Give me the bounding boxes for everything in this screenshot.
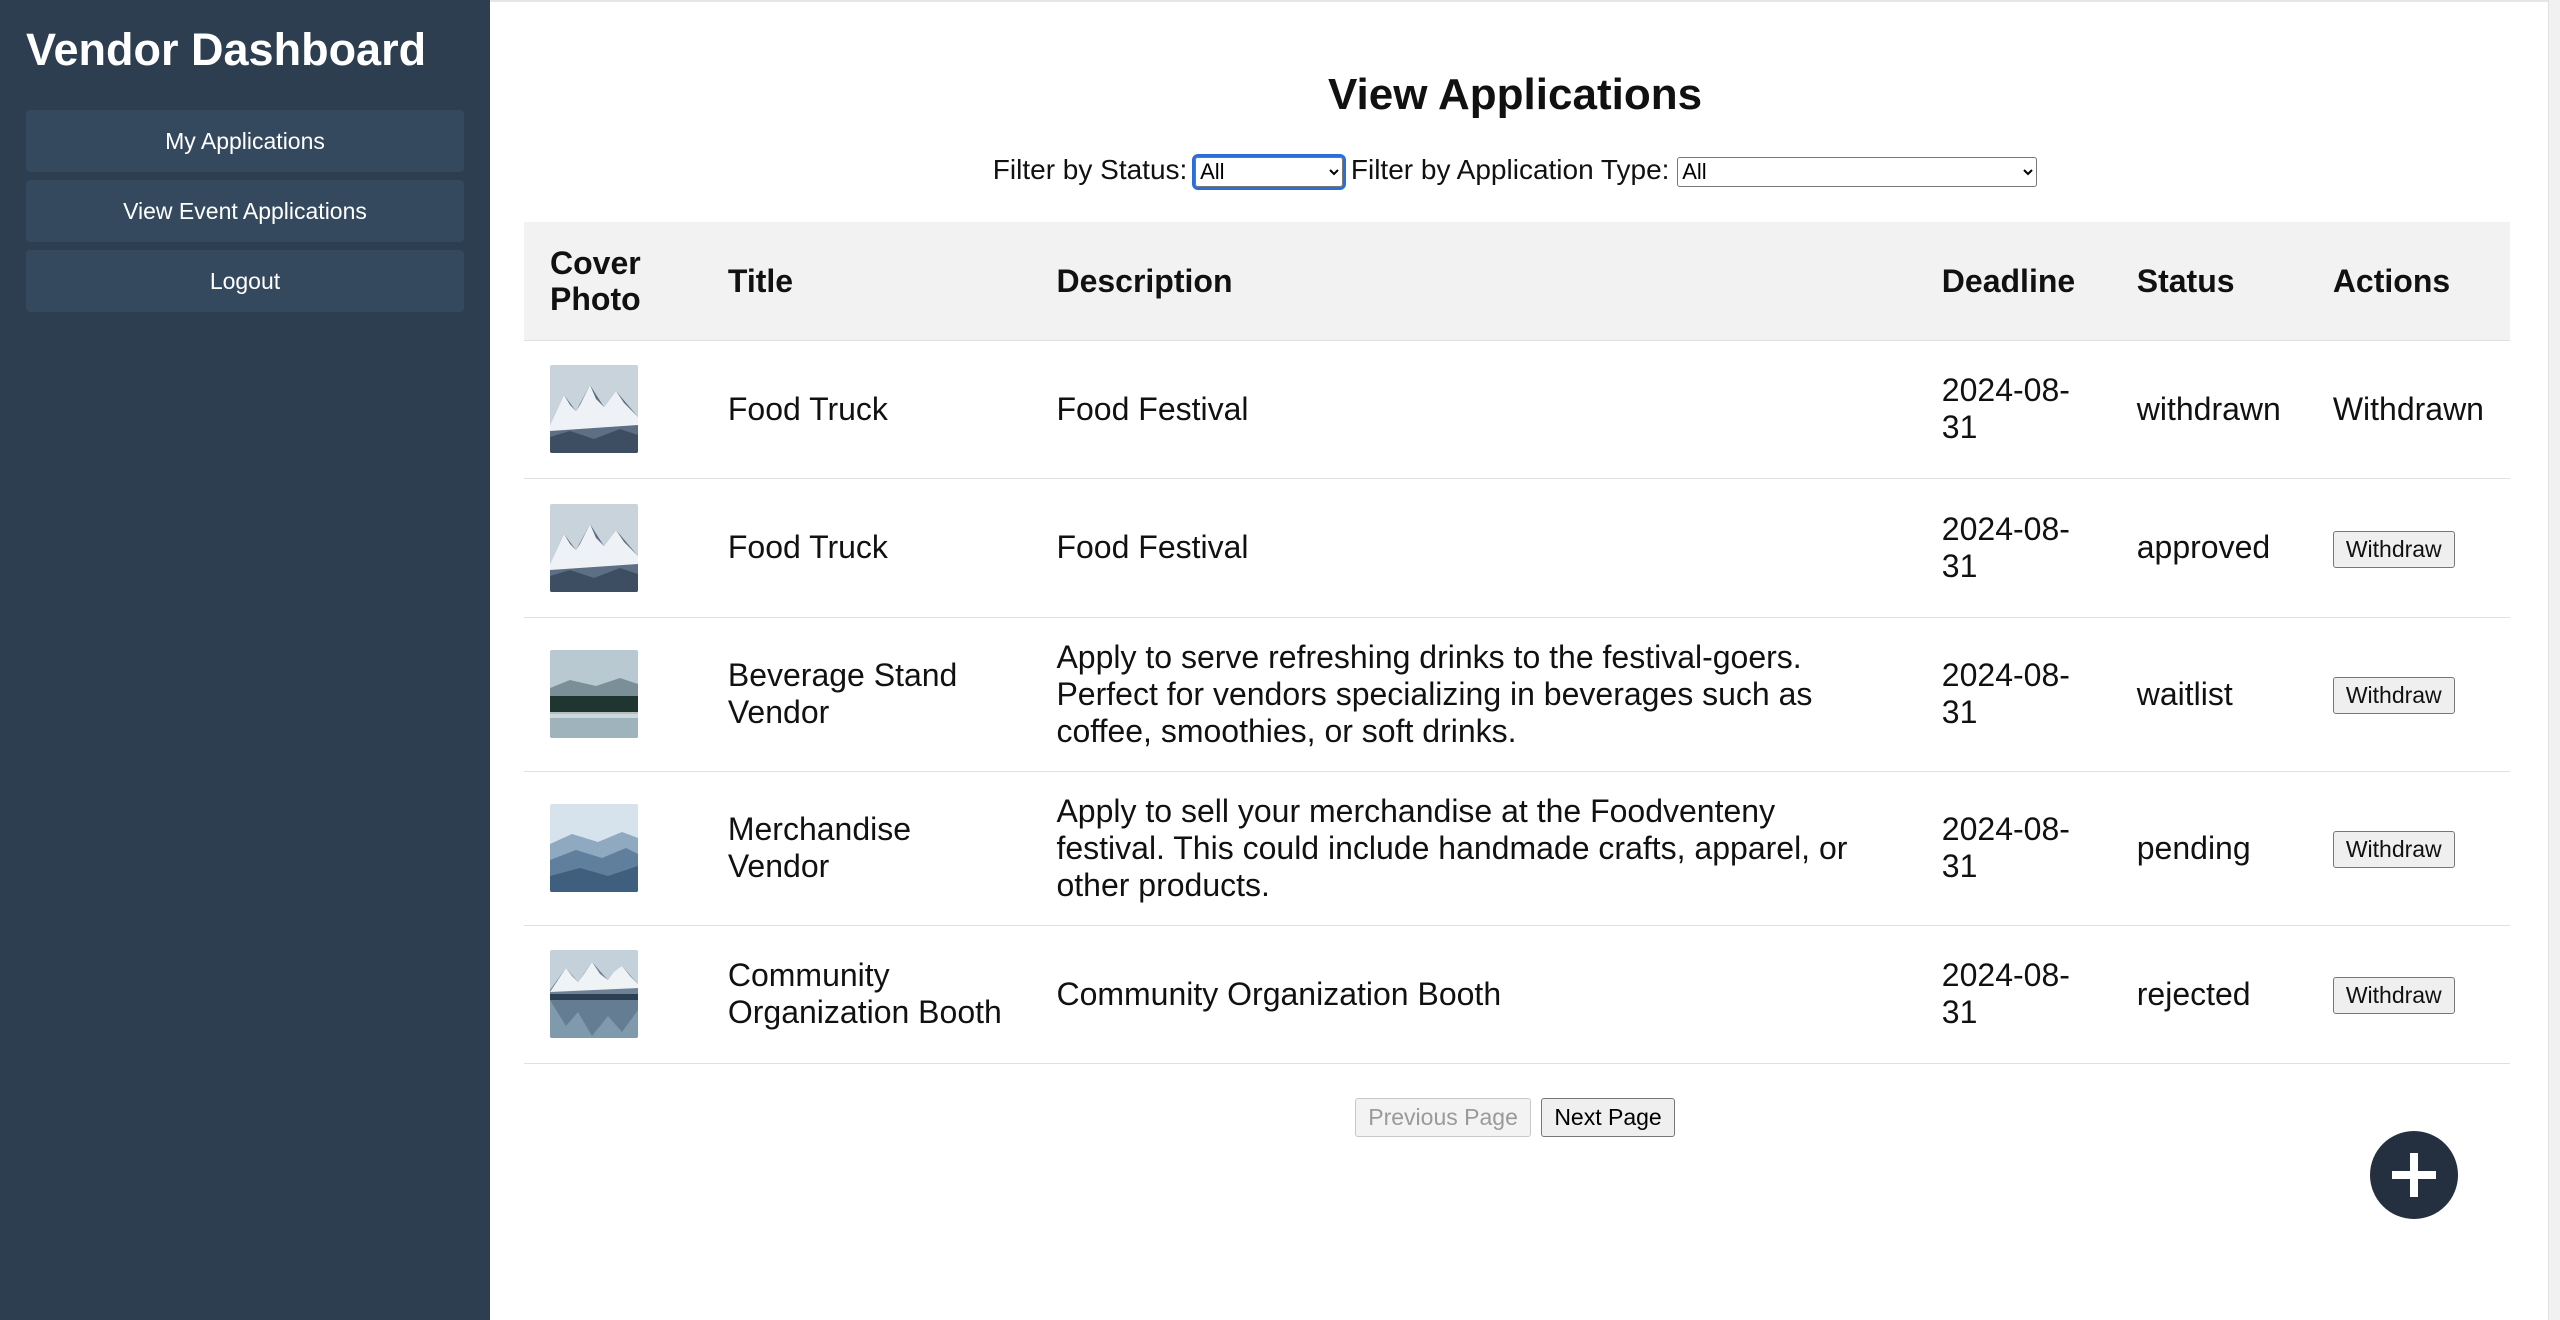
deadline-cell: 2024-08-31	[1915, 925, 2111, 1064]
cover-photo-misty-forest-lake	[550, 650, 638, 738]
next-page-button[interactable]: Next Page	[1541, 1098, 1675, 1137]
withdraw-button[interactable]: Withdraw	[2332, 677, 2455, 714]
deadline-cell: 2024-08-31	[1915, 771, 2111, 926]
status-cell: rejected	[2110, 925, 2307, 1064]
column-header-cover-photo: Cover Photo	[524, 222, 702, 341]
cover-photo-snowy-mountains	[550, 365, 638, 453]
pagination: Previous Page Next Page	[490, 1098, 2540, 1137]
sidebar-title: Vendor Dashboard	[26, 24, 427, 75]
withdraw-button[interactable]: Withdraw	[2332, 530, 2455, 568]
cover-photo-snowy-mountains	[550, 503, 638, 592]
page-title: View Applications	[1327, 70, 1703, 119]
status-cell: withdrawn	[2110, 340, 2307, 479]
table-row: Merchandise Vendor Apply to sell your me…	[524, 771, 2510, 926]
table-row: Food Truck Food Festival 2024-08-31 with…	[524, 340, 2510, 479]
type-filter-select[interactable]: All	[1677, 156, 2038, 187]
applications-table: Cover Photo Title Description Deadline S…	[524, 222, 2510, 1064]
title-cell: Beverage Stand Vendor	[701, 617, 1031, 772]
status-cell: pending	[2110, 771, 2307, 926]
sidebar: Vendor Dashboard My Applications View Ev…	[0, 0, 490, 1320]
table-row: Beverage Stand Vendor Apply to serve ref…	[524, 617, 2510, 772]
cover-photo-cell	[524, 771, 702, 926]
actions-cell: Withdraw	[2306, 617, 2510, 772]
deadline-cell: 2024-08-31	[1915, 617, 2111, 772]
action-status-text: Withdrawn	[2306, 340, 2510, 479]
description-cell: Community Organization Booth	[1030, 925, 1916, 1064]
withdraw-button[interactable]: Withdraw	[2332, 977, 2455, 1014]
table-header-row: Cover Photo Title Description Deadline S…	[524, 222, 2510, 341]
cover-photo-cell	[524, 340, 702, 479]
nav-view-event-applications-button[interactable]: View Event Applications	[26, 180, 464, 242]
deadline-cell: 2024-08-31	[1915, 478, 2111, 618]
filter-bar: Filter by Status: All Filter by Applicat…	[490, 153, 2540, 190]
column-header-status: Status	[2110, 222, 2307, 341]
cover-photo-mountain-lake-reflection	[550, 950, 638, 1038]
title-cell: Food Truck	[701, 478, 1031, 618]
cover-photo-blue-misty-hills	[550, 804, 638, 892]
deadline-cell: 2024-08-31	[1915, 340, 2111, 479]
withdraw-button[interactable]: Withdraw	[2332, 831, 2455, 868]
description-cell: Apply to serve refreshing drinks to the …	[1030, 617, 1916, 772]
column-header-actions: Actions	[2306, 222, 2510, 341]
description-cell: Apply to sell your merchandise at the Fo…	[1030, 771, 1916, 926]
title-cell: Community Organization Booth	[701, 925, 1031, 1064]
description-cell: Food Festival	[1030, 340, 1916, 479]
page-scrollbar[interactable]	[2548, 0, 2560, 1320]
actions-cell: Withdraw	[2306, 478, 2510, 618]
nav-logout-button[interactable]: Logout	[26, 250, 464, 312]
status-filter-select[interactable]: All	[1192, 153, 1347, 190]
status-filter-label: Filter by Status:	[992, 154, 1188, 185]
column-header-title: Title	[701, 222, 1031, 341]
description-cell: Food Festival	[1030, 478, 1916, 618]
title-cell: Food Truck	[701, 340, 1031, 479]
nav-my-applications-button[interactable]: My Applications	[26, 110, 464, 172]
plus-icon	[2392, 1153, 2436, 1197]
actions-cell: Withdraw	[2306, 925, 2510, 1064]
cover-photo-cell	[524, 925, 702, 1064]
type-filter-label: Filter by Application Type:	[1350, 154, 1670, 185]
status-cell: waitlist	[2110, 617, 2307, 772]
add-application-button[interactable]	[2370, 1131, 2458, 1219]
column-header-description: Description	[1030, 222, 1916, 341]
main-content: View Applications Filter by Status: All …	[490, 0, 2548, 1320]
table-row: Community Organization Booth Community O…	[524, 925, 2510, 1064]
previous-page-button[interactable]: Previous Page	[1355, 1098, 1531, 1137]
title-cell: Merchandise Vendor	[701, 771, 1031, 926]
status-cell: approved	[2110, 478, 2307, 618]
cover-photo-cell	[524, 478, 702, 618]
actions-cell: Withdraw	[2306, 771, 2510, 926]
cover-photo-cell	[524, 617, 702, 772]
column-header-deadline: Deadline	[1915, 222, 2111, 341]
table-row: Food Truck Food Festival 2024-08-31 appr…	[524, 478, 2510, 618]
